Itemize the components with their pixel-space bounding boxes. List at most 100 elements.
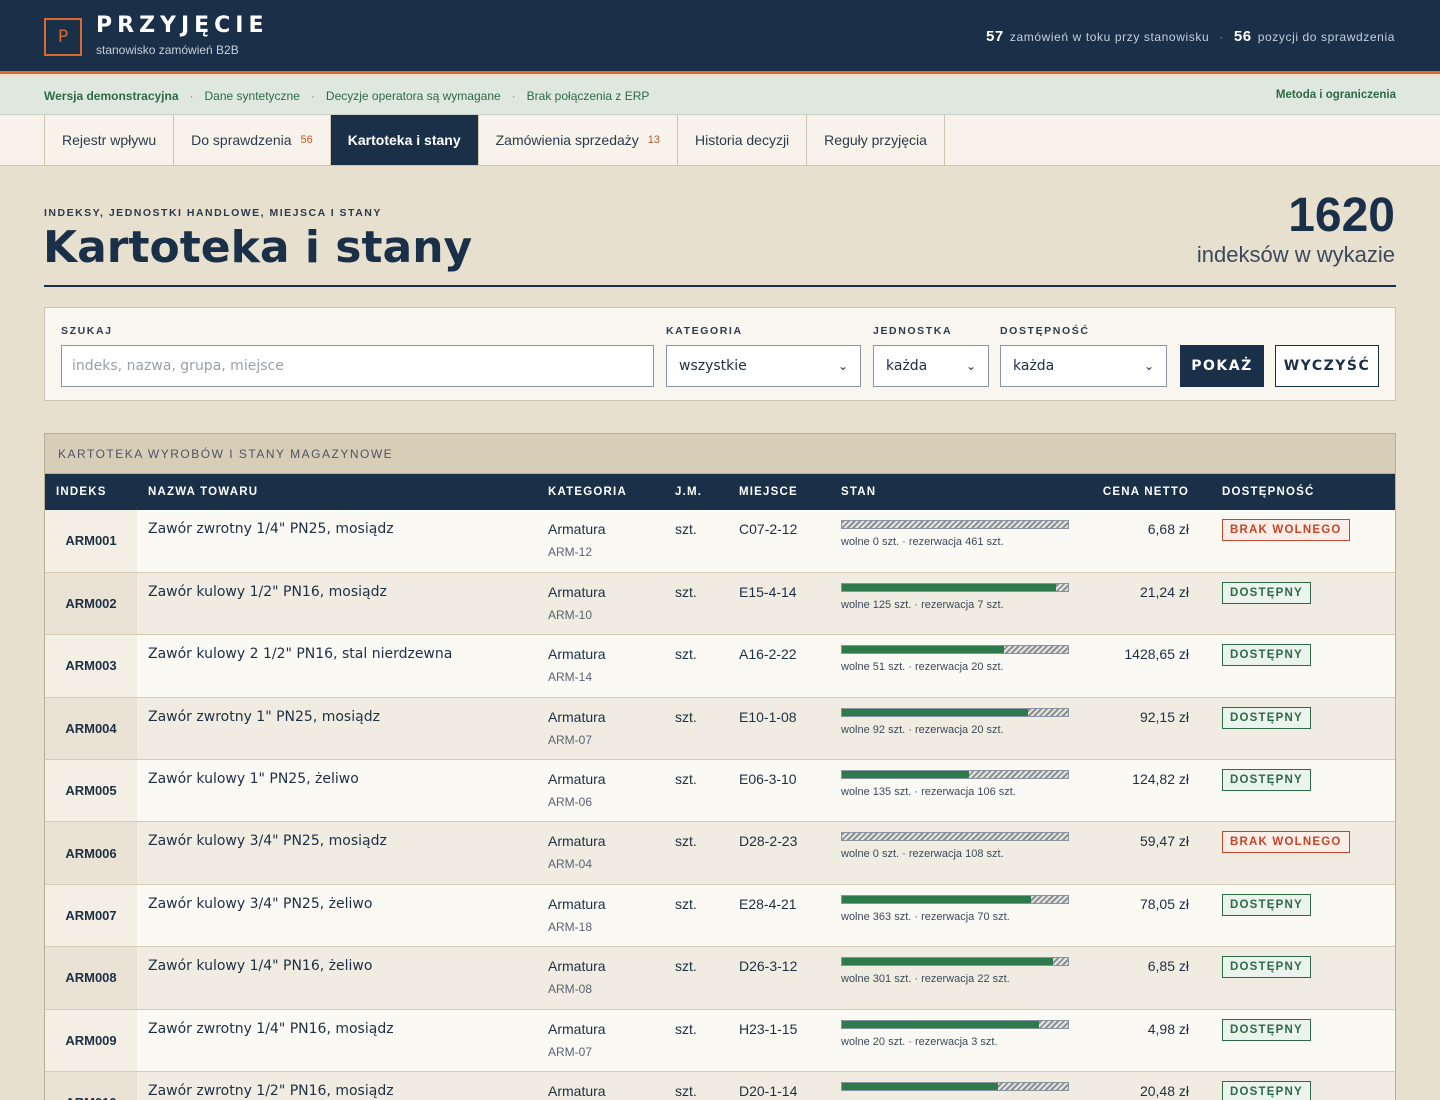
category-select[interactable]: wszystkie ⌄	[666, 345, 861, 387]
row-index[interactable]: ARM007	[45, 884, 137, 947]
row-category: Armatura ARM-10	[537, 572, 664, 634]
table-row[interactable]: ARM010 Zawór zwrotny 1/2" PN16, mosiądz Ar…	[45, 1071, 1395, 1100]
stock-bar	[841, 832, 1069, 842]
row-index[interactable]: ARM002	[45, 572, 137, 635]
category-value: wszystkie	[679, 358, 747, 374]
row-category: Armatura ARM-08	[537, 947, 664, 1009]
separator: ·	[189, 89, 194, 103]
search-label: SZUKAJ	[61, 325, 113, 337]
row-category-name: Armatura	[548, 958, 606, 975]
row-stock: wolne 301 szt. · rezerwacja 22 szt.	[830, 947, 1078, 1009]
stock-bar	[841, 520, 1069, 529]
row-price: 21,24 zł	[1139, 583, 1189, 600]
row-index[interactable]: ARM004	[45, 697, 137, 760]
row-location: H23-1-15	[739, 1020, 798, 1037]
tab-do-sprawdzenia[interactable]: Do sprawdzenia 56	[173, 115, 330, 165]
row-product-name: Zawór kulowy 2 1/2" PN16, stal nierdzewn…	[148, 646, 453, 663]
col-header-availability[interactable]: DOSTĘPNOŚĆ	[1211, 474, 1395, 510]
row-unit: szt.	[675, 646, 697, 663]
row-product-name: Zawór zwrotny 1/2" PN16, mosiądz	[148, 1083, 394, 1100]
orders-in-progress-label: zamówień w toku przy stanowisku	[1009, 30, 1210, 44]
row-category-name: Armatura	[548, 521, 606, 537]
tab-kartoteka-i-stany[interactable]: Kartoteka i stany	[329, 115, 478, 165]
status-badge: DOSTĘPNY	[1222, 1081, 1311, 1100]
table-row[interactable]: ARM005 Zawór kulowy 1" PN25, żeliwo Armatu…	[45, 759, 1395, 822]
tab-label: Do sprawdzenia	[191, 132, 292, 148]
row-category: Armatura ARM-14	[537, 635, 664, 697]
table-row[interactable]: ARM003 Zawór kulowy 2 1/2" PN16, stal nie…	[45, 634, 1395, 698]
table-row[interactable]: ARM008 Zawór kulowy 1/4" PN16, żeliwo Arma…	[45, 946, 1395, 1010]
table-row[interactable]: ARM007 Zawór kulowy 3/4" PN25, żeliwo Arma…	[45, 884, 1395, 947]
col-header-stock[interactable]: STAN	[830, 474, 1078, 510]
stock-bar-free-fill	[842, 958, 1053, 966]
row-availability: BRAK WOLNEGO	[1211, 822, 1395, 884]
tab-label: Reguły przyjęcia	[824, 132, 927, 148]
row-category: Armatura ARM-07	[537, 697, 664, 759]
row-index[interactable]: ARM010	[45, 1071, 137, 1100]
row-location: E10-1-08	[739, 708, 797, 725]
unit-label: JEDNOSTKA	[873, 325, 953, 337]
row-stock-text: wolne 51 szt. · rezerwacja 20 szt.	[841, 661, 1004, 674]
row-index[interactable]: ARM006	[45, 821, 137, 885]
availability-value: każda	[1013, 358, 1055, 374]
row-category-code: ARM-04	[548, 857, 593, 872]
tab-rejestr-wplywu[interactable]: Rejestr wpływu	[44, 115, 173, 165]
items-to-check-count: 56	[1233, 28, 1252, 45]
row-product-name: Zawór zwrotny 1/4" PN25, mosiądz	[148, 521, 394, 537]
row-product-name: Zawór kulowy 1/4" PN16, żeliwo	[148, 958, 373, 975]
col-header-location[interactable]: MIEJSCE	[728, 474, 830, 510]
col-header-price[interactable]: CENA NETTO	[1078, 474, 1211, 510]
col-header-index[interactable]: INDEKS	[45, 474, 137, 510]
app-title: PRZYJĘCIE	[96, 13, 269, 38]
row-price: 4,98 zł	[1147, 1020, 1189, 1037]
table-row[interactable]: ARM006 Zawór kulowy 3/4" PN25, mosiądz Arm…	[45, 821, 1395, 885]
method-link[interactable]: Metoda i ograniczenia	[1276, 89, 1396, 101]
row-index[interactable]: ARM008	[45, 946, 137, 1010]
row-stock: wolne 0 szt. · rezerwacja 108 szt.	[830, 822, 1078, 884]
table-row[interactable]: ARM001 Zawór zwrotny 1/4" PN25, mosiądz Ar…	[45, 510, 1395, 573]
stock-bar	[841, 1082, 1069, 1092]
header-stats: 57 zamówień w toku przy stanowisku · 56 …	[986, 28, 1395, 45]
row-availability: DOSTĘPNY	[1211, 760, 1395, 822]
row-category-code: ARM-07	[548, 1044, 593, 1059]
col-header-name[interactable]: NAZWA TOWARU	[137, 474, 537, 510]
stock-bar	[841, 770, 1069, 780]
row-index[interactable]: ARM009	[45, 1009, 137, 1072]
row-category-name: Armatura	[548, 708, 606, 725]
row-index[interactable]: ARM005	[45, 759, 137, 822]
app-logo[interactable]: P	[44, 18, 82, 56]
search-input[interactable]	[61, 345, 654, 387]
table-row[interactable]: ARM002 Zawór kulowy 1/2" PN16, mosiądz Arm…	[45, 572, 1395, 635]
row-stock-text: wolne 0 szt. · rezerwacja 108 szt.	[841, 848, 1004, 861]
clear-button[interactable]: WYCZYŚĆ	[1275, 345, 1379, 387]
row-location: E28-4-21	[739, 895, 797, 912]
no-erp-label: Brak połączenia z ERP	[526, 89, 650, 103]
table-row[interactable]: ARM004 Zawór zwrotny 1" PN25, mosiądz Arma…	[45, 697, 1395, 760]
stock-bar	[841, 894, 1069, 904]
row-availability: DOSTĘPNY	[1211, 1072, 1395, 1100]
row-category-name: Armatura	[548, 583, 606, 600]
row-unit: szt.	[675, 833, 697, 850]
title-divider	[44, 285, 1396, 287]
tab-historia-decyzji[interactable]: Historia decyzji	[677, 115, 806, 165]
tab-zamowienia-sprzedazy[interactable]: Zamówienia sprzedaży 13	[477, 115, 677, 165]
row-index[interactable]: ARM003	[45, 634, 137, 698]
index-count: 1620	[1288, 189, 1395, 242]
app-subtitle: stanowisko zamówień B2B	[96, 43, 239, 57]
unit-select[interactable]: każda ⌄	[873, 345, 989, 387]
col-header-category[interactable]: KATEGORIA	[537, 474, 664, 510]
row-category-name: Armatura	[548, 1083, 606, 1100]
col-header-unit[interactable]: J.M.	[664, 474, 728, 510]
stock-bar	[841, 957, 1069, 967]
availability-label: DOSTĘPNOŚĆ	[1000, 325, 1090, 337]
row-product-name: Zawór kulowy 3/4" PN25, żeliwo	[148, 895, 373, 912]
row-index[interactable]: ARM001	[45, 510, 137, 573]
row-stock: wolne 125 szt. · rezerwacja 7 szt.	[830, 572, 1078, 634]
row-price: 78,05 zł	[1139, 895, 1189, 912]
availability-select[interactable]: każda ⌄	[1000, 345, 1167, 387]
tab-label: Historia decyzji	[695, 132, 790, 148]
tab-reguly-przyjecia[interactable]: Reguły przyjęcia	[806, 115, 945, 165]
row-category-code: ARM-06	[548, 795, 593, 810]
show-button[interactable]: POKAŻ	[1180, 345, 1264, 387]
table-row[interactable]: ARM009 Zawór zwrotny 1/4" PN16, mosiądz Ar…	[45, 1009, 1395, 1072]
